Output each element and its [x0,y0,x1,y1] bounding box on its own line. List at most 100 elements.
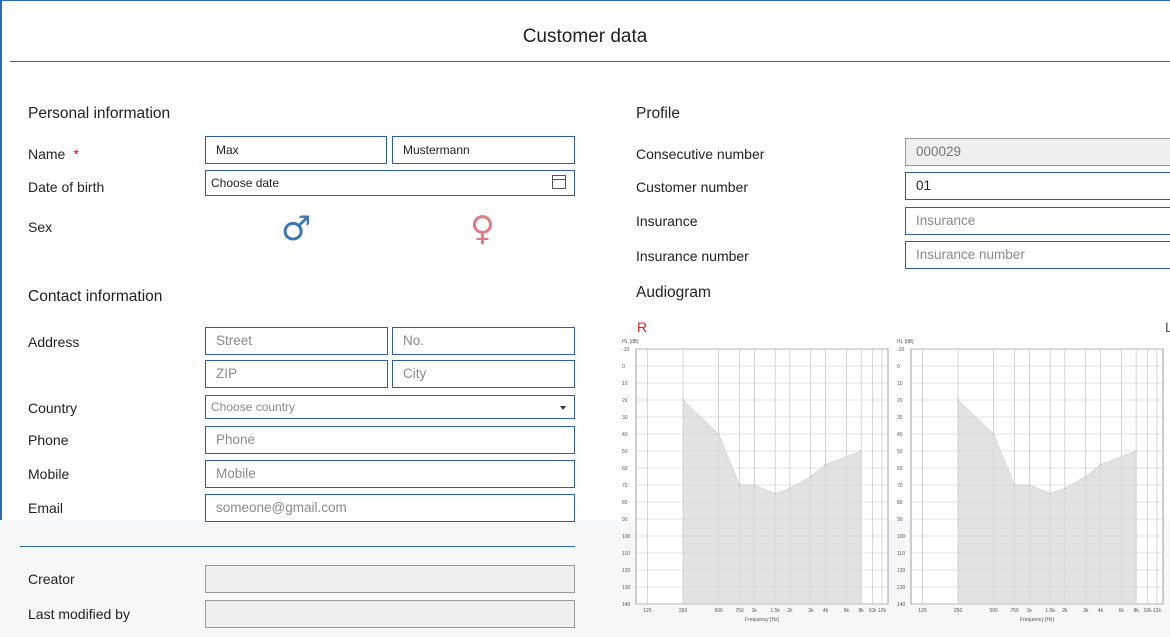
x-tick-label: 8k [1133,608,1139,614]
x-tick-label: 1.5k [770,608,780,614]
required-marker: * [73,146,79,162]
y-tick-label: 120 [622,568,631,574]
email-label: Email [28,500,64,516]
data-point [1064,487,1066,490]
y-tick-label: -10 [622,347,629,353]
phone-input[interactable]: Phone [205,426,575,454]
audiogram-right[interactable]: -10 0 10 20 30 40 50 60 70 80 90 100 110 120 130 140 125… [620,334,900,629]
personal-info-heading: Personal information [28,105,171,122]
creator-label: Creator [28,571,75,587]
y-tick-label: 0 [897,364,900,370]
data-point [860,450,862,452]
mobile-input[interactable]: Mobile [205,460,575,488]
customer-number-input[interactable]: 01 [905,172,1170,200]
chevron-down-icon [560,406,566,410]
title-divider [10,61,1170,62]
city-input[interactable]: City [392,360,575,388]
y-tick-label: 10 [897,381,903,387]
consecutive-number-label: Consecutive number [636,146,765,162]
country-select[interactable]: Choose country [205,395,575,419]
email-input[interactable]: someone@gmail.com [205,494,575,522]
last-modified-label: Last modified by [28,606,130,622]
creator-field [205,565,575,593]
x-tick-label: 500 [990,608,999,614]
insurance-input[interactable]: Insurance [905,207,1170,235]
y-tick-label: 70 [622,483,628,489]
data-point [1084,475,1087,478]
data-point [774,492,776,495]
audiogram-right-chart: -10 0 10 20 30 40 50 60 70 80 90 100 110 120 130 140 125… [622,339,889,623]
x-tick-label: 4k [823,608,829,614]
left-ear-label: L [1165,319,1170,335]
calendar-icon[interactable] [552,175,566,189]
y-tick-label: 80 [897,500,903,506]
y-tick-label: 50 [622,449,628,455]
y-tick-label: 100 [622,534,631,540]
x-tick-label: 500 [715,608,724,614]
data-point [1135,450,1137,452]
y-tick-label: 10 [622,381,628,387]
data-point [809,475,812,478]
male-icon[interactable]: ♂ [281,212,311,246]
data-point [1049,492,1051,495]
x-tick-label: 10k [869,608,878,614]
y-tick-label: 60 [622,466,628,472]
house-number-input[interactable]: No. [392,327,575,355]
contact-info-heading: Contact information [28,288,163,305]
consecutive-number-field: 000029 [905,138,1170,166]
y-tick-label: 100 [897,534,906,540]
y-tick-label: 80 [622,500,628,506]
female-icon[interactable]: ♀ [470,212,495,246]
data-point [957,399,959,401]
x-tick-label: 3k [808,608,814,614]
section-divider [20,546,575,547]
profile-heading: Profile [636,105,680,122]
last-name-input[interactable]: Mustermann [392,136,575,164]
y-tick-label: 40 [897,432,903,438]
street-input[interactable]: Street [205,327,388,355]
y-axis-label: HL [dB] [897,339,914,345]
right-ear-label: R [637,319,648,335]
y-tick-label: 40 [622,432,628,438]
y-tick-label: 70 [897,483,903,489]
dob-input[interactable]: Choose date [205,170,575,196]
y-tick-label: 90 [622,517,628,523]
y-tick-label: 30 [897,415,903,421]
y-tick-label: -10 [897,347,904,353]
x-axis-label: Frequency [Hz] [1020,617,1055,623]
name-label-text: Name [28,146,66,162]
customer-number-label: Customer number [636,179,749,195]
y-axis-label: HL [dB] [622,339,639,345]
x-tick-label: 4k [1098,608,1104,614]
x-tick-label: 10k [1144,608,1153,614]
y-tick-label: 120 [897,568,906,574]
x-tick-label: 125 [643,608,652,614]
x-tick-label: 1k [752,608,758,614]
data-point [717,433,720,435]
phone-label: Phone [28,432,69,448]
x-tick-label: 125 [918,608,927,614]
x-tick-label: 250 [679,608,688,614]
address-label: Address [28,334,80,350]
insurance-label: Insurance [636,213,698,229]
dob-label: Date of birth [28,179,105,195]
insurance-number-input[interactable]: Insurance number [905,241,1170,269]
audiogram-heading: Audiogram [636,284,711,301]
zip-input[interactable]: ZIP [205,360,388,388]
y-tick-label: 140 [897,602,906,608]
y-tick-label: 110 [897,551,905,557]
y-tick-label: 110 [622,551,630,557]
x-tick-label: 6k [844,608,850,614]
data-point [824,463,827,466]
data-point [1013,484,1016,486]
y-tick-label: 90 [897,517,903,523]
name-label: Name * [28,146,79,162]
last-modified-field [205,600,575,628]
x-tick-label: 6k [1119,608,1125,614]
audiogram-left[interactable]: -10 0 10 20 30 40 50 60 70 80 90 100 110 120 130 140 125… [895,334,1170,629]
first-name-input[interactable]: Max [205,136,387,164]
x-tick-label: 12k [878,608,887,614]
x-axis-label: Frequency [Hz] [745,617,780,623]
y-tick-label: 20 [622,398,628,404]
dob-value: Choose date [211,176,280,190]
